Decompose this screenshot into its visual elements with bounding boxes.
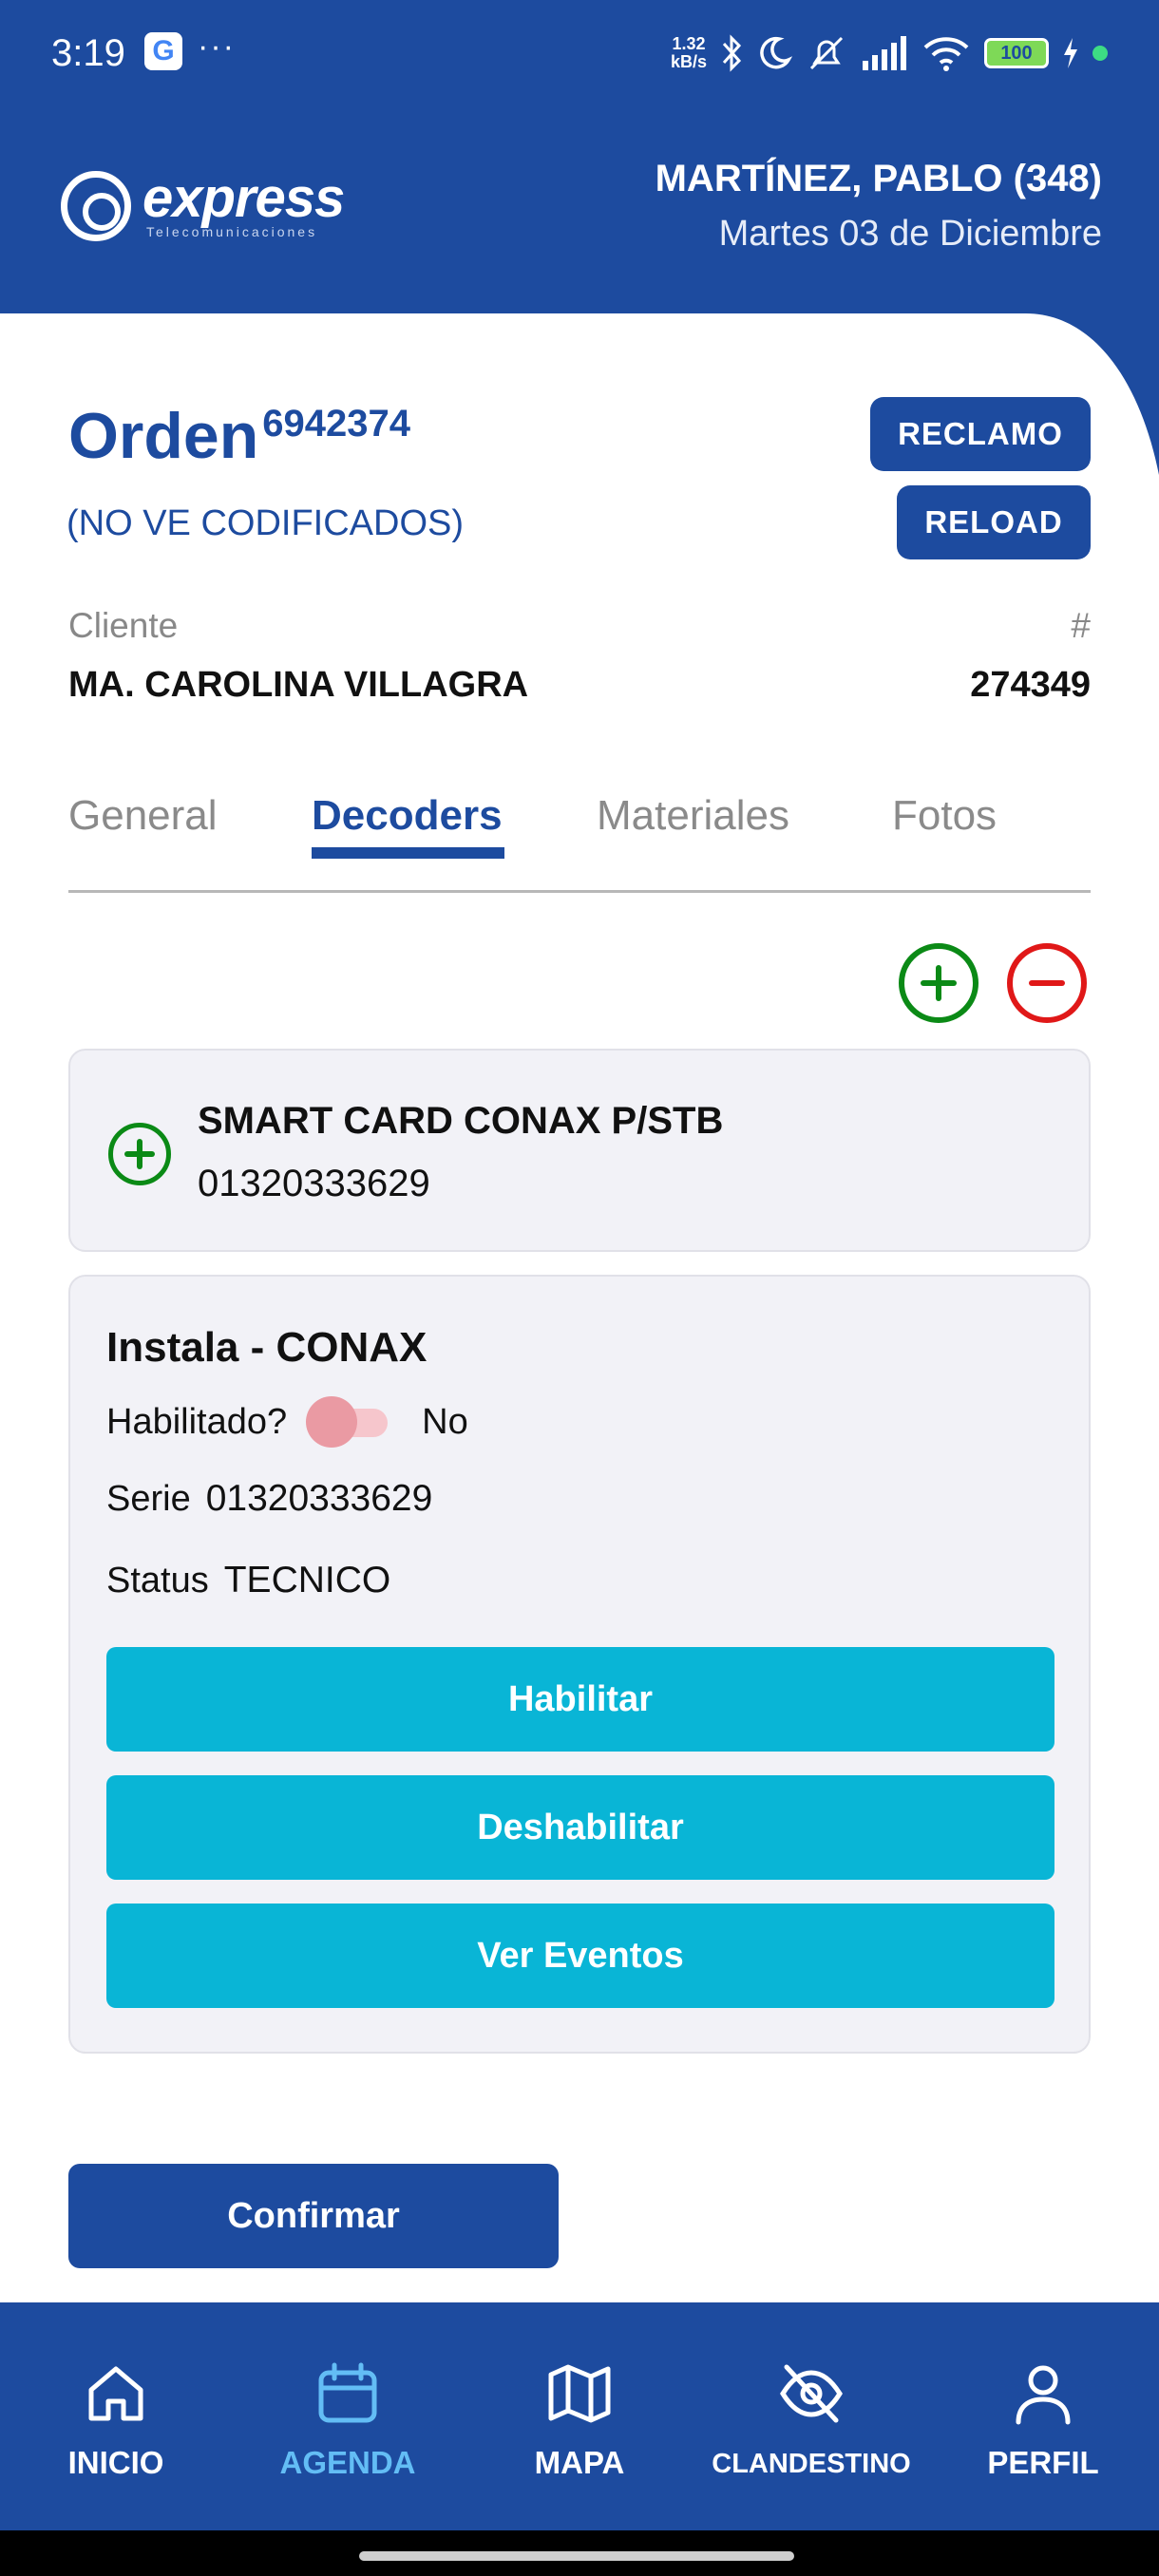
- nav-clandestino[interactable]: CLANDESTINO: [695, 2302, 927, 2530]
- logo-mark-icon: [61, 171, 131, 241]
- bluetooth-icon: [722, 34, 742, 72]
- system-gesture-area: [0, 2530, 1159, 2576]
- tab-materiales[interactable]: Materiales: [597, 792, 789, 840]
- wifi-icon: [923, 37, 969, 71]
- order-label: Orden: [68, 400, 259, 472]
- user-icon: [1016, 2365, 1071, 2425]
- nav-agenda[interactable]: AGENDA: [232, 2302, 464, 2530]
- nav-perfil-label: PERFIL: [987, 2445, 1099, 2480]
- enabled-toggle[interactable]: [306, 1396, 393, 1448]
- deshabilitar-button[interactable]: Deshabilitar: [106, 1775, 1054, 1880]
- remove-decoder-button[interactable]: [1007, 943, 1087, 1023]
- serie-label: Serie: [106, 1478, 191, 1519]
- habilitar-button[interactable]: Habilitar: [106, 1647, 1054, 1752]
- status-icons: 1.32 kB/s 100: [671, 32, 1108, 74]
- nav-inicio[interactable]: INICIO: [0, 2302, 232, 2530]
- express-logo: express Telecomunicaciones: [61, 167, 345, 241]
- nav-inicio-label: INICIO: [67, 2445, 164, 2480]
- logo-subtext: Telecomunicaciones: [146, 224, 318, 239]
- battery-icon: 100: [984, 38, 1049, 68]
- nav-agenda-label: AGENDA: [279, 2445, 416, 2480]
- network-speed: 1.32 kB/s: [670, 34, 707, 71]
- order-number: 6942374: [262, 403, 410, 445]
- current-date: Martes 03 de Diciembre: [718, 214, 1102, 254]
- bottom-navigation: INICIO AGENDA MAPA CLANDESTINO PERFIL: [0, 2302, 1159, 2530]
- nav-mapa[interactable]: MAPA: [464, 2302, 695, 2530]
- status-label: Status: [106, 1560, 209, 1601]
- home-gesture-bar[interactable]: [359, 2551, 794, 2561]
- decoder-detail-card: Instala - CONAX Habilitado? No Serie 013…: [68, 1275, 1091, 2054]
- reclamo-button[interactable]: RECLAMO: [870, 397, 1091, 471]
- user-info: MARTÍNEZ, PABLO (348) Martes 03 de Dicie…: [656, 158, 1102, 255]
- map-icon: [548, 2364, 611, 2423]
- plus-circle-icon[interactable]: [108, 1123, 171, 1185]
- more-notifications-icon: ···: [198, 28, 236, 65]
- detail-title: Instala - CONAX: [106, 1324, 428, 1371]
- status-value: TECNICO: [223, 1560, 391, 1601]
- enabled-row: Habilitado? No: [106, 1396, 468, 1448]
- confirm-button[interactable]: Confirmar: [68, 2164, 559, 2268]
- tab-fotos[interactable]: Fotos: [892, 792, 997, 840]
- order-title: Orden 6942374: [68, 399, 410, 473]
- google-notification-icon: G: [144, 32, 182, 70]
- reload-button[interactable]: RELOAD: [897, 485, 1091, 559]
- status-row: Status TECNICO: [106, 1560, 390, 1601]
- decoder-title: SMART CARD CONAX P/STB: [198, 1100, 724, 1142]
- nav-perfil[interactable]: PERFIL: [927, 2302, 1159, 2530]
- client-number-label: #: [1071, 606, 1091, 645]
- privacy-indicator-dot: [1092, 46, 1108, 61]
- client-name: MA. CAROLINA VILLAGRA: [68, 665, 529, 705]
- ver-eventos-button[interactable]: Ver Eventos: [106, 1904, 1054, 2008]
- nav-mapa-label: MAPA: [534, 2445, 625, 2480]
- logo-word: express: [142, 167, 345, 229]
- client-number: 274349: [970, 665, 1091, 705]
- home-icon: [88, 2366, 143, 2421]
- decoder-serial: 01320333629: [198, 1163, 430, 1204]
- nav-clandestino-label: CLANDESTINO: [712, 2449, 911, 2479]
- status-time: 3:19: [51, 32, 125, 74]
- status-bar: 3:19 G ··· 1.32 kB/s 100: [0, 0, 1159, 104]
- moon-icon: [760, 36, 792, 69]
- order-subtitle: (NO VE CODIFICADOS): [66, 503, 465, 543]
- decoder-card[interactable]: SMART CARD CONAX P/STB 01320333629: [68, 1049, 1091, 1252]
- calendar-icon: [318, 2362, 377, 2423]
- muted-bell-icon: [809, 36, 844, 70]
- serie-row: Serie 01320333629: [106, 1478, 432, 1520]
- tab-general[interactable]: General: [68, 792, 218, 840]
- active-tab-indicator: [312, 847, 504, 859]
- signal-icon: [863, 36, 906, 70]
- user-name: MARTÍNEZ, PABLO (348): [655, 158, 1102, 199]
- serie-value: 01320333629: [205, 1478, 433, 1519]
- enabled-value: No: [422, 1401, 468, 1442]
- eye-off-icon: [780, 2364, 843, 2423]
- tab-decoders[interactable]: Decoders: [312, 792, 503, 840]
- tab-bar: General Decoders Materiales Fotos: [68, 788, 1091, 893]
- app-header: 3:19 G ··· 1.32 kB/s 100 express Telecom…: [0, 0, 1159, 313]
- charging-icon: [1064, 38, 1077, 68]
- add-decoder-button[interactable]: [899, 943, 978, 1023]
- enabled-label: Habilitado?: [106, 1401, 288, 1442]
- client-label: Cliente: [68, 606, 179, 645]
